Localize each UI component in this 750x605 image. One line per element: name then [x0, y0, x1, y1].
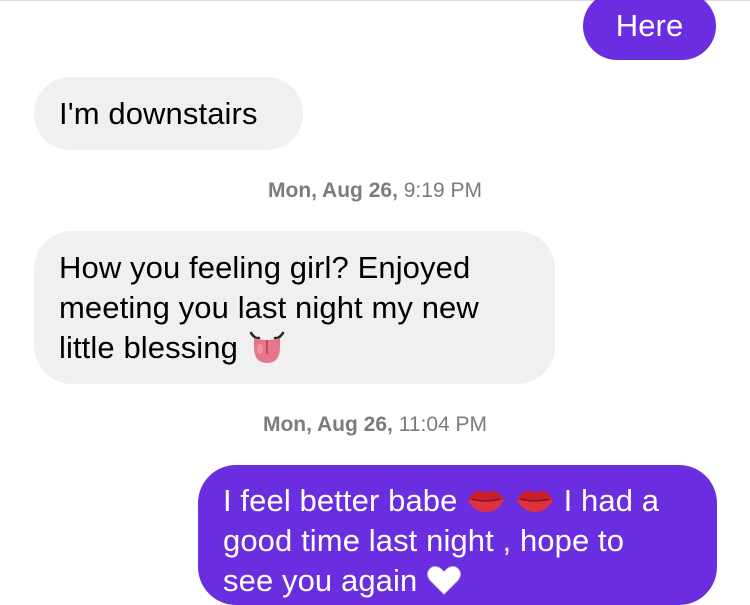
message-line: see you again [223, 563, 418, 598]
message-line-with-emoji: I feel better babe I had a [223, 481, 697, 521]
message-text: Here [615, 8, 684, 43]
kiss-mark-icon [515, 485, 555, 515]
message-line: good time last night , hope to [223, 523, 625, 558]
timestamp-time: 11:04 PM [398, 413, 488, 436]
message-timestamp: Mon, Aug 26, 11:04 PM [0, 412, 750, 438]
timestamp-time: 9:19 PM [403, 179, 482, 202]
message-line-with-emoji: see you again [223, 561, 697, 601]
received-message-bubble[interactable]: How you feeling girl? Enjoyed meeting yo… [34, 231, 555, 384]
message-line: little blessing [59, 330, 238, 365]
message-line: How you feeling girl? Enjoyed [59, 250, 471, 285]
message-timestamp: Mon, Aug 26, 9:19 PM [0, 178, 750, 204]
sent-message-bubble[interactable]: I feel better babe I had a good time las… [198, 465, 717, 605]
timestamp-day: Mon, Aug 26, [262, 413, 393, 436]
message-text: I'm downstairs [59, 96, 258, 131]
message-line-with-emoji: little blessing [59, 328, 535, 368]
tongue-emoji-icon [247, 329, 287, 365]
message-line: meeting you last night my new [59, 290, 479, 325]
white-heart-icon [426, 564, 462, 596]
sent-message-bubble[interactable]: Here [583, 0, 716, 60]
kiss-mark-icon [466, 485, 506, 515]
received-message-bubble[interactable]: I'm downstairs [34, 77, 303, 150]
message-text-part: I feel better babe [223, 483, 458, 518]
timestamp-day: Mon, Aug 26, [268, 179, 398, 202]
message-text-part: I had a [563, 483, 660, 518]
